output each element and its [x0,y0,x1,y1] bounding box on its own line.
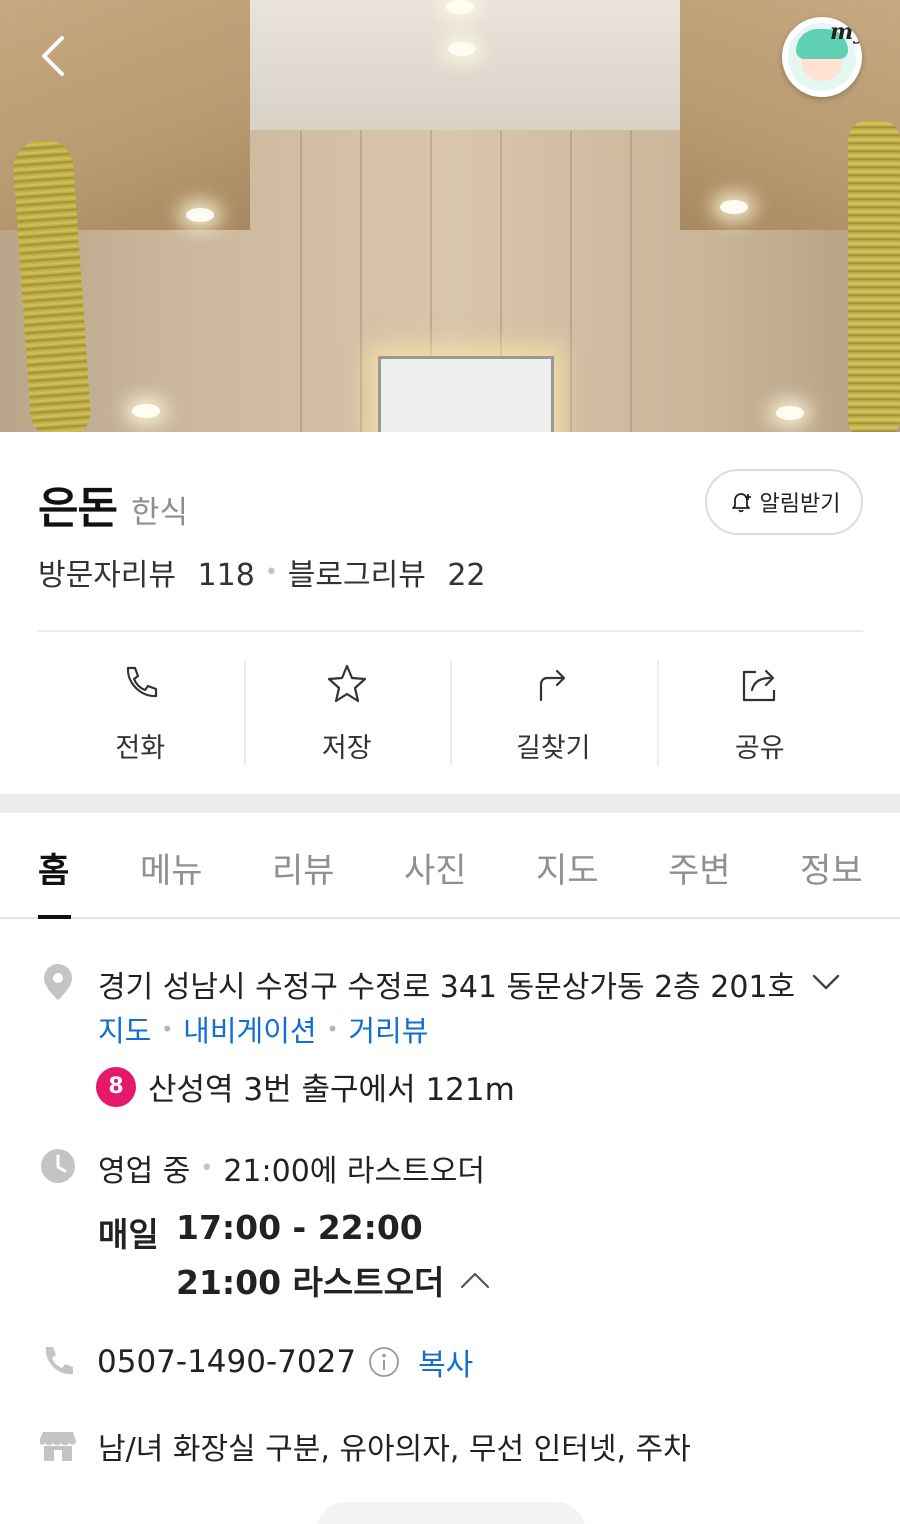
info-icon[interactable] [368,1346,400,1378]
address-links: 지도 • 내비게이션 • 거리뷰 [98,1008,428,1050]
action-bar: 전화 저장 길찾기 공유 [37,660,863,766]
star-icon [327,664,366,703]
subway-line-badge: 8 [96,1066,136,1107]
phone-number[interactable]: 0507-1490-7027 [97,1344,356,1380]
directions-button[interactable]: 길찾기 [450,660,657,766]
last-order-note: 21:00에 라스트오더 [223,1154,485,1189]
photo-plank [300,130,302,432]
hours-row: 매일 17:00 - 22:00 [98,1208,423,1256]
tab-photo[interactable]: 사진 [404,843,467,892]
back-button[interactable] [30,30,82,82]
blog-reviews-label: 블로그리뷰 [287,558,426,593]
separator-dot: • [264,559,278,585]
profile-avatar-button[interactable]: my [782,17,862,97]
share-icon [742,669,775,702]
chevron-up-icon[interactable] [458,1263,492,1297]
last-order-time: 21:00 라스트오더 [176,1263,445,1302]
tab-nearby[interactable]: 주변 [668,843,731,892]
section-gap [0,794,900,813]
tab-bar: 홈 메뉴 리뷰 사진 지도 주변 정보 [0,813,900,919]
profile-label: my [829,19,862,45]
tab-map[interactable]: 지도 [536,843,599,892]
blog-reviews-count: 22 [447,558,486,593]
open-status-row: 영업 중 • 21:00에 라스트오더 [98,1146,485,1190]
tab-review[interactable]: 리뷰 [272,843,335,892]
save-button[interactable]: 저장 [243,660,451,766]
photo-light [132,404,160,418]
review-summary: 방문자리뷰 118 • 블로그리뷰 22 [38,550,486,594]
save-label: 저장 [321,733,372,764]
alarm-label: 알림받기 [759,492,841,517]
hero-photo[interactable]: my [0,0,900,432]
share-label: 공유 [734,733,785,764]
street-view-link[interactable]: 거리뷰 [348,1008,428,1050]
separator-dot: • [200,1155,214,1181]
photo-light [776,406,804,420]
photo-plank [360,130,362,432]
chevron-down-icon[interactable] [810,966,842,998]
navigation-link[interactable]: 내비게이션 [183,1008,316,1050]
chevron-left-icon [42,36,64,76]
place-category: 한식 [130,495,189,531]
photo-light [186,208,214,222]
more-info-button[interactable] [316,1502,586,1524]
directions-label: 길찾기 [515,733,591,764]
phone-icon [127,666,158,698]
phone-filled-icon [45,1347,73,1375]
tab-info[interactable]: 정보 [800,843,863,892]
call-button[interactable]: 전화 [37,660,244,766]
photo-sign [378,356,554,432]
subway-info: 8 산성역 3번 출구에서 121m [96,1064,515,1109]
map-link[interactable]: 지도 [98,1008,151,1050]
last-order-row: 21:00 라스트오더 [176,1256,492,1304]
copy-button[interactable]: 복사 [418,1340,473,1384]
photo-light [448,42,476,56]
photo-ceiling [250,0,680,130]
separator-dot: • [161,1017,174,1041]
photo-duct-right [848,120,900,432]
visitor-reviews-link[interactable]: 방문자리뷰 118 [38,550,255,594]
photo-light [720,200,748,214]
divider [37,630,863,632]
amenities-text: 남/녀 화장실 구분, 유아의자, 무선 인터넷, 주차 [98,1432,691,1467]
tab-home[interactable]: 홈 [38,843,69,892]
share-button[interactable]: 공유 [656,660,864,766]
clock-icon [41,1149,75,1183]
hours-day: 매일 [98,1215,159,1254]
hours-range: 17:00 - 22:00 [176,1208,423,1247]
location-pin-icon [44,964,72,1000]
bell-plus-icon [731,493,751,513]
photo-plank [570,130,572,432]
place-title: 은돈 한식 [38,472,188,534]
phone-row: 0507-1490-7027 복사 [97,1340,473,1384]
visitor-reviews-count: 118 [197,558,255,593]
blog-reviews-link[interactable]: 블로그리뷰 22 [288,550,486,594]
visitor-reviews-label: 방문자리뷰 [38,558,176,593]
alarm-button[interactable]: 알림받기 [705,469,863,535]
separator-dot: • [326,1017,339,1041]
tab-menu[interactable]: 메뉴 [140,843,203,892]
subway-text: 산성역 3번 출구에서 121m [148,1072,515,1108]
open-status: 영업 중 [98,1154,191,1189]
photo-light [446,0,474,14]
place-name: 은돈 [38,483,118,534]
call-label: 전화 [115,733,166,764]
photo-plank [630,130,632,432]
directions-icon [540,669,566,702]
active-tab-indicator [38,915,71,919]
address-text[interactable]: 경기 성남시 수정구 수정로 341 동문상가동 2층 201호 [98,962,795,1006]
store-icon [40,1432,76,1461]
